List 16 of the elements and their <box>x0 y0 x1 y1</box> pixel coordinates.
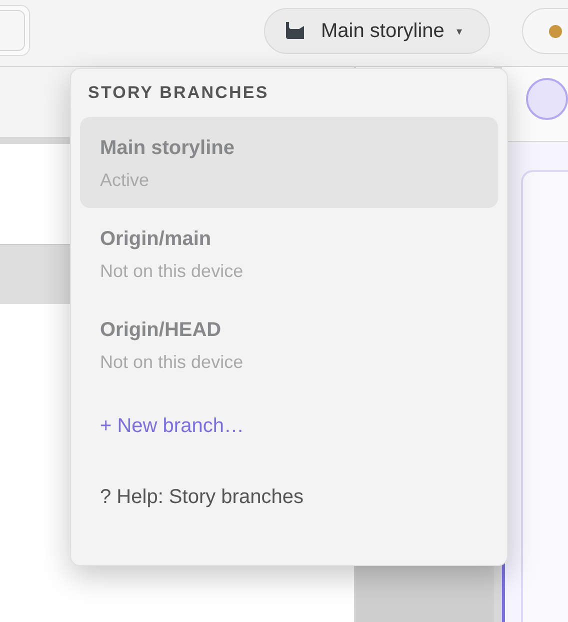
tub-icon <box>285 21 305 41</box>
branch-status: Not on this device <box>100 352 244 373</box>
avatar-circle[interactable] <box>526 78 568 120</box>
branch-name: Origin/main <box>100 228 212 251</box>
branch-item[interactable]: Origin/main Not on this device <box>80 208 498 299</box>
caret-icon: ▾ <box>456 24 462 38</box>
branch-name: Origin/HEAD <box>100 319 222 342</box>
branch-status: Active <box>100 170 150 191</box>
new-branch-link[interactable]: + New branch… <box>100 415 244 438</box>
branch-button[interactable]: Main storyline ▾ <box>264 8 490 54</box>
menu-header: STORY BRANCHES <box>88 83 270 103</box>
branch-name: Main storyline <box>100 137 236 160</box>
help-link[interactable]: ? Help: Story branches <box>100 486 304 509</box>
branch-item[interactable]: Origin/HEAD Not on this device <box>80 299 498 390</box>
branch-status: Not on this device <box>100 261 244 282</box>
branch-item[interactable]: Main storyline Active <box>80 117 498 208</box>
